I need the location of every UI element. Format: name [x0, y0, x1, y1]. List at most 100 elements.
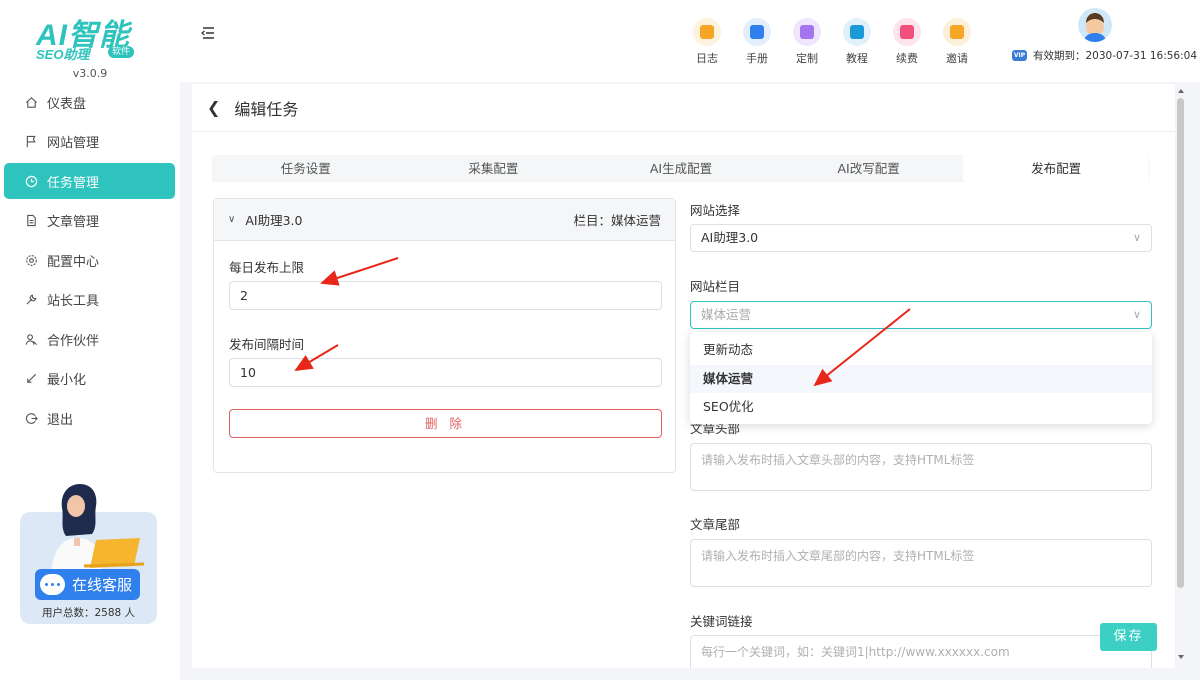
daily-limit-label: 每日发布上限	[229, 260, 305, 275]
clock-icon	[24, 174, 38, 188]
site-publish-card: ∨ AI助理3.0 栏目：媒体运营 每日发布上限 2 发布间隔时间 10 删 除	[213, 198, 676, 473]
tool-invite[interactable]: 邀请	[937, 18, 977, 66]
sidebar-item-label: 文章管理	[47, 215, 100, 230]
logout-icon	[24, 411, 38, 425]
tab-ai-generate-config[interactable]: AI生成配置	[588, 155, 774, 182]
column-select[interactable]: 媒体运营 ∨	[690, 301, 1152, 329]
site-card-name: AI助理3.0	[245, 213, 303, 228]
tool-label: 定制	[796, 52, 818, 65]
wrench-icon	[24, 293, 38, 307]
sidebar-item-minimize[interactable]: 最小化	[4, 361, 175, 397]
site-card-column: 栏目：媒体运营	[573, 213, 661, 228]
daily-limit-input[interactable]: 2	[229, 281, 662, 310]
site-select[interactable]: AI助理3.0 ∨	[690, 224, 1152, 252]
minimize-icon	[24, 372, 38, 386]
tool-label: 手册	[746, 52, 768, 65]
custom-icon	[793, 18, 821, 46]
site-card-header[interactable]: ∨ AI助理3.0 栏目：媒体运营	[214, 199, 675, 241]
page-title: 编辑任务	[234, 99, 299, 119]
footer-label: 文章尾部	[690, 517, 741, 532]
sidebar-item-label: 退出	[47, 412, 74, 428]
keyword-link-textarea[interactable]: 每行一个关键词，如：关键词1|http://www.xxxxxx.com	[690, 635, 1152, 668]
sidebar: AI智能 SEO助理 软件 v3.0.9 仪表盘 网站管理 任务管理 文章管理 …	[0, 0, 180, 680]
site-select-value: AI助理3.0	[701, 230, 759, 245]
sidebar-item-partners[interactable]: 合作伙伴	[4, 321, 175, 357]
delete-button[interactable]: 删 除	[229, 409, 662, 438]
back-arrow-icon[interactable]: ❮	[207, 98, 220, 117]
app-version: v3.0.9	[72, 67, 108, 80]
interval-input[interactable]: 10	[229, 358, 662, 387]
logo: AI智能 SEO助理 软件	[30, 10, 150, 66]
tool-label: 邀请	[946, 52, 968, 65]
tab-ai-rewrite-config[interactable]: AI改写配置	[776, 155, 962, 182]
article-header-textarea[interactable]: 请输入发布时插入文章头部的内容，支持HTML标签	[690, 443, 1152, 491]
main-content: ❮ 编辑任务 任务设置 采集配置 AI生成配置 AI改写配置 发布配置 ∨ AI…	[192, 84, 1175, 668]
sidebar-item-label: 任务管理	[47, 175, 100, 191]
dropdown-option[interactable]: SEO优化	[690, 393, 1152, 422]
tab-task-settings[interactable]: 任务设置	[213, 155, 399, 182]
sidebar-nav: 仪表盘 网站管理 任务管理 文章管理 配置中心 站长工具 合作伙伴 最小化 退出	[4, 84, 175, 440]
page-header: ❮ 编辑任务	[192, 84, 1175, 132]
document-icon	[24, 214, 38, 228]
invite-icon	[943, 18, 971, 46]
site-select-label: 网站选择	[690, 203, 741, 218]
user-count: 用户总数：2588 人	[41, 607, 136, 619]
sidebar-item-logout[interactable]: 退出	[4, 400, 175, 436]
chevron-down-icon: ∨	[1132, 308, 1141, 321]
sidebar-item-label: 网站管理	[47, 136, 100, 151]
tool-log[interactable]: 日志	[687, 18, 727, 66]
column-select-placeholder: 媒体运营	[701, 307, 752, 322]
column-label: 网站栏目	[690, 279, 741, 294]
sidebar-item-tasks[interactable]: 任务管理	[4, 163, 175, 199]
dropdown-option[interactable]: 更新动态	[690, 336, 1152, 365]
tutorial-icon	[843, 18, 871, 46]
flag-icon	[24, 135, 38, 149]
user-avatar[interactable]	[1078, 8, 1112, 42]
home-icon	[24, 95, 38, 109]
tool-label: 续费	[896, 52, 918, 65]
interval-label: 发布间隔时间	[229, 337, 305, 352]
support-illustration	[52, 484, 145, 570]
logo-subtitle: SEO助理	[36, 47, 90, 62]
sidebar-item-label: 仪表盘	[47, 96, 87, 112]
sidebar-item-label: 合作伙伴	[47, 333, 100, 349]
scrollbar-thumb[interactable]	[1177, 98, 1184, 588]
sidebar-item-label: 站长工具	[47, 294, 100, 309]
sidebar-item-sites[interactable]: 网站管理	[4, 124, 175, 160]
sidebar-item-articles[interactable]: 文章管理	[4, 203, 175, 239]
expiry-info: VIP 有效期到：2030-07-31 16:56:04	[1012, 48, 1197, 63]
online-support-label: 在线客服	[72, 576, 133, 594]
sidebar-item-dashboard[interactable]: 仪表盘	[4, 84, 175, 120]
sidebar-item-label: 配置中心	[47, 254, 100, 270]
scrollbar[interactable]	[1175, 84, 1187, 668]
support-card: 在线客服 用户总数：2588 人	[20, 484, 157, 624]
gear-icon	[24, 253, 38, 267]
tool-custom[interactable]: 定制	[787, 18, 827, 66]
tab-collect-config[interactable]: 采集配置	[401, 155, 587, 182]
chat-icon	[40, 574, 65, 595]
task-tabs: 任务设置 采集配置 AI生成配置 AI改写配置 发布配置	[212, 155, 1150, 182]
log-icon	[693, 18, 721, 46]
topbar: 日志 手册 定制 教程 续费 邀请 VIP 有效期到：2030-07-31 16…	[180, 0, 1200, 82]
tool-tutorial[interactable]: 教程	[837, 18, 877, 66]
sidebar-item-label: 最小化	[47, 373, 87, 388]
sidebar-item-tools[interactable]: 站长工具	[4, 282, 175, 318]
tool-manual[interactable]: 手册	[737, 18, 777, 66]
vip-badge-icon: VIP	[1012, 50, 1027, 61]
expiry-text: 有效期到：2030-07-31 16:56:04	[1033, 50, 1198, 62]
tool-label: 教程	[846, 52, 868, 65]
tool-renew[interactable]: 续费	[887, 18, 927, 66]
save-button[interactable]: 保存	[1100, 623, 1157, 651]
manual-icon	[743, 18, 771, 46]
online-support-button[interactable]: 在线客服	[35, 569, 140, 600]
keyword-link-label: 关键词链接	[690, 614, 753, 629]
article-footer-textarea[interactable]: 请输入发布时插入文章尾部的内容，支持HTML标签	[690, 539, 1152, 587]
users-icon	[24, 332, 38, 346]
column-dropdown: 更新动态 媒体运营 SEO优化	[690, 332, 1152, 424]
tool-label: 日志	[696, 52, 718, 65]
dropdown-option-selected[interactable]: 媒体运营	[690, 364, 1152, 393]
sidebar-item-config[interactable]: 配置中心	[4, 242, 175, 278]
logo-tag: 软件	[108, 46, 135, 58]
tab-publish-config[interactable]: 发布配置	[963, 155, 1149, 182]
menu-collapse-icon[interactable]	[200, 26, 216, 44]
